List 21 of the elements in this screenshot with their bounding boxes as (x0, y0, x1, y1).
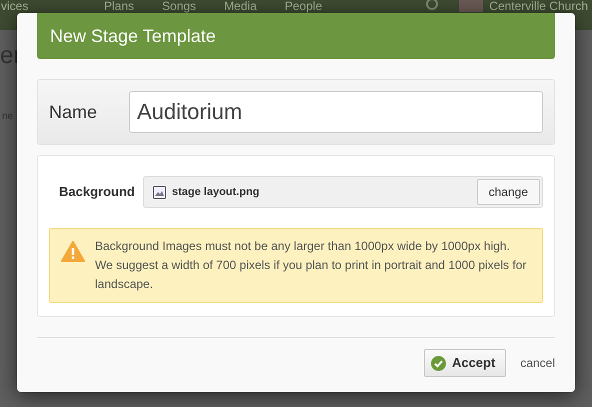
warning-message: Background Images must not be any larger than 1000px wide by 1000px high. We suggest a width of 700 pixels if you plan to print in portrait and 1000 pixels for landscape. (95, 238, 528, 293)
app-brand[interactable]: vices (1, 0, 104, 12)
name-input[interactable]: Auditorium (129, 91, 543, 133)
accept-button[interactable]: Accept (424, 349, 506, 377)
cancel-link[interactable]: cancel (520, 354, 555, 372)
nav-link[interactable]: Songs (162, 0, 196, 12)
nav-link[interactable]: People (284, 0, 322, 12)
warning-icon (61, 241, 85, 262)
dialog-title: New Stage Template (50, 24, 216, 48)
image-file-icon (153, 186, 166, 198)
nav-link[interactable]: Media (224, 0, 257, 12)
nav-link[interactable]: Plans (104, 0, 134, 12)
background-label: Background (58, 183, 136, 202)
file-field[interactable]: stage layout.png change (143, 176, 543, 208)
check-circle-icon (430, 356, 446, 370)
file-name: stage layout.png (172, 184, 260, 200)
search-icon[interactable] (425, 0, 440, 12)
name-label: Name (49, 100, 98, 124)
avatar (459, 0, 484, 12)
change-button[interactable]: change (476, 179, 540, 205)
account-name[interactable]: Centerville Church (489, 0, 588, 12)
